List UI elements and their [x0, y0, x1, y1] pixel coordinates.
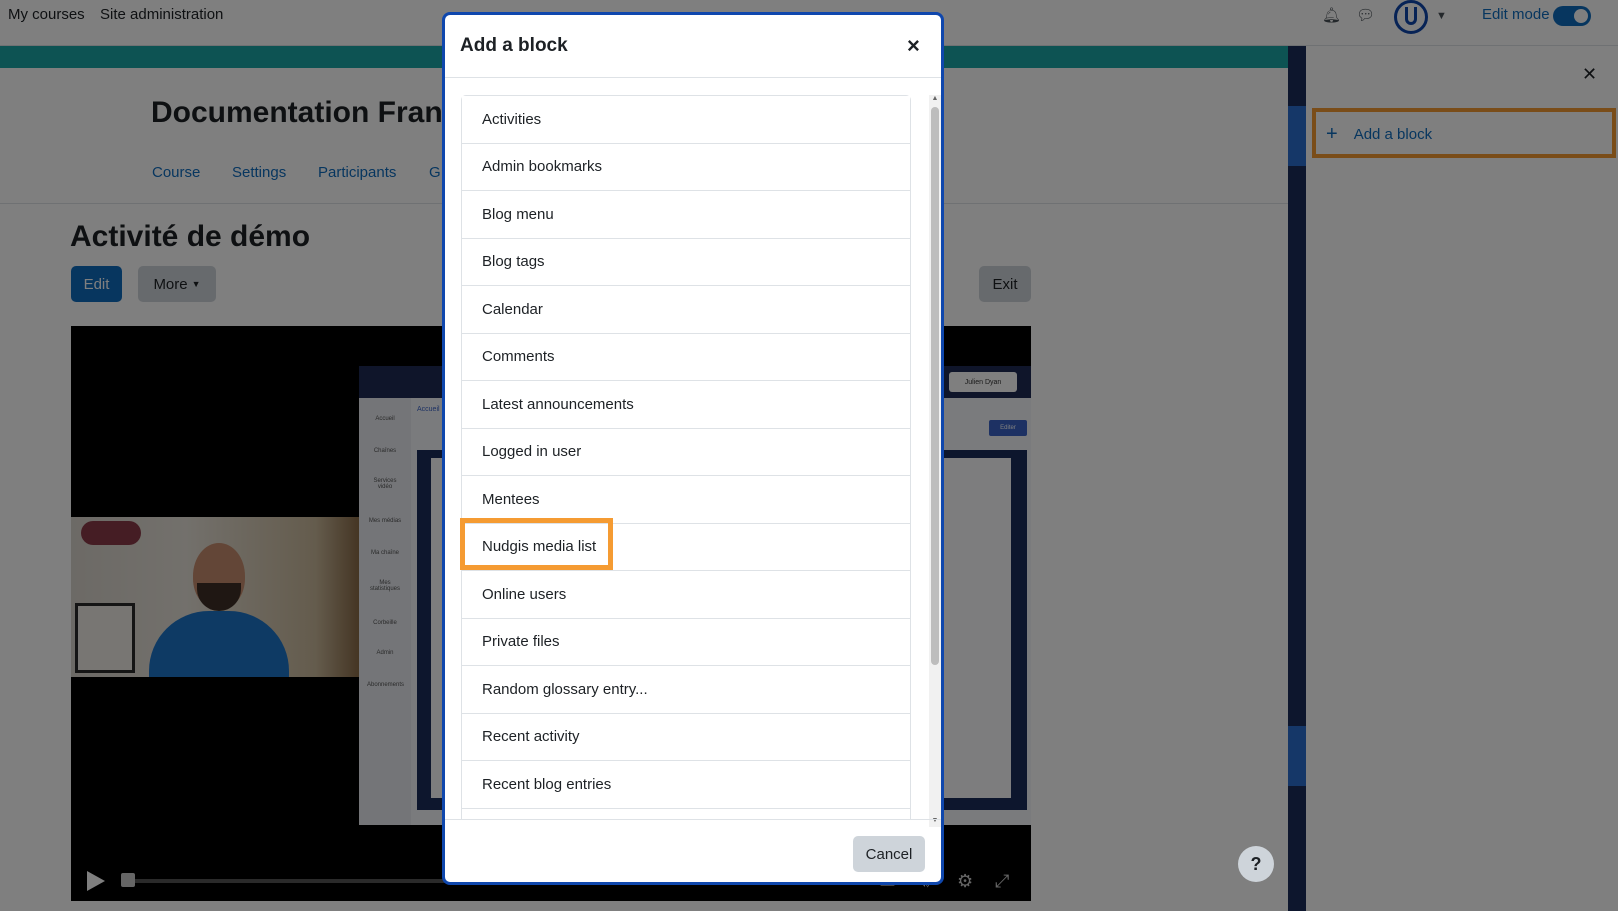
block-list-item[interactable]: Latest announcements	[462, 381, 910, 429]
block-list-item[interactable]: Blog tags	[462, 238, 910, 286]
block-list-item[interactable]: Blog menu	[462, 191, 910, 239]
block-list-item[interactable]: Calendar	[462, 286, 910, 334]
block-list-item[interactable]: Recent blog entries	[462, 761, 910, 809]
list-item-highlight-box	[460, 518, 613, 570]
block-list-item[interactable]: Comments	[462, 333, 910, 381]
scroll-thumb[interactable]	[931, 107, 939, 665]
cancel-button[interactable]: Cancel	[853, 836, 925, 872]
block-list: Activities Admin bookmarks Blog menu Blog t…	[461, 95, 911, 819]
add-block-modal: Add a block × Activities Admin bookmarks B…	[442, 12, 944, 885]
block-list-item[interactable]: Random glossary entry...	[462, 666, 910, 714]
block-list-item[interactable]: Recent activity	[462, 713, 910, 761]
modal-close-icon[interactable]: ×	[907, 33, 920, 59]
block-list-item[interactable]: Online users	[462, 571, 910, 619]
block-list-item[interactable]: Private files	[462, 618, 910, 666]
help-button[interactable]: ?	[1238, 846, 1274, 882]
block-list-item[interactable]: Logged in user	[462, 428, 910, 476]
block-list-item[interactable]: Activities	[462, 96, 910, 144]
modal-title: Add a block	[460, 35, 568, 56]
block-list-item[interactable]: Search forums	[462, 808, 910, 819]
block-list-item[interactable]: Admin bookmarks	[462, 143, 910, 191]
modal-scrollbar[interactable]: ▲ ▼	[929, 95, 941, 827]
modal-body[interactable]: Activities Admin bookmarks Blog menu Blog t…	[445, 79, 941, 819]
scroll-up-icon[interactable]: ▲	[931, 95, 939, 103]
modal-footer: Cancel	[445, 819, 941, 882]
block-list-item[interactable]: Mentees	[462, 476, 910, 524]
modal-header: Add a block ×	[445, 15, 941, 78]
